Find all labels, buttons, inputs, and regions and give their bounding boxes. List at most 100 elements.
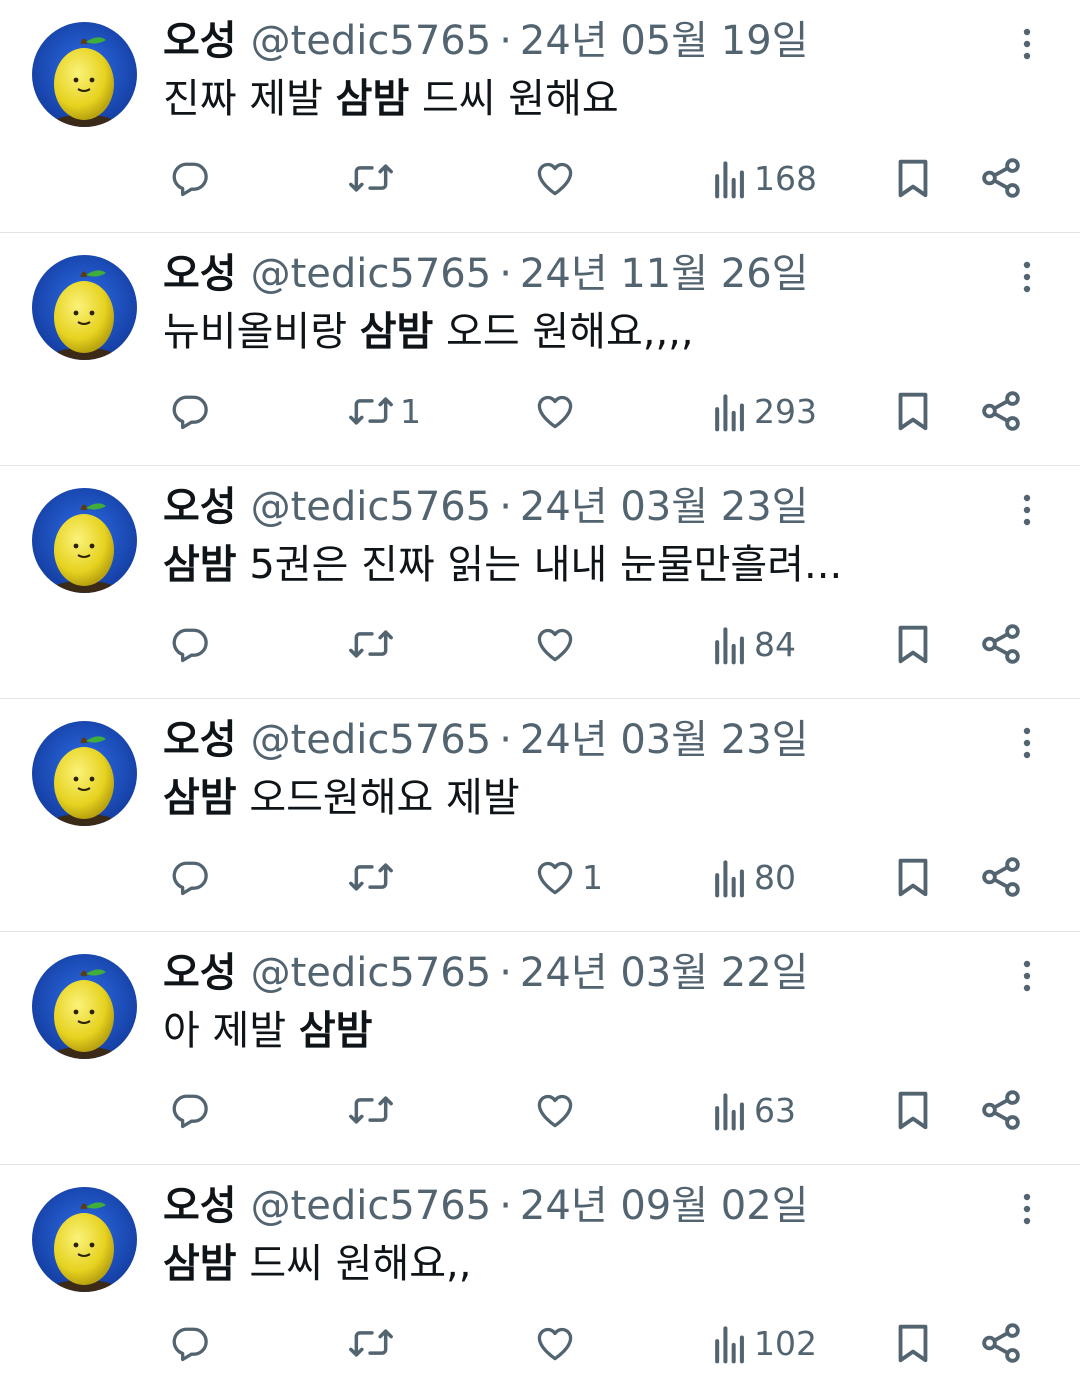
reply-button[interactable] bbox=[168, 1082, 216, 1138]
reply-bubble-icon bbox=[172, 628, 208, 663]
tweet-text: 삼밤 오드원해요 제발 bbox=[163, 771, 520, 825]
tweet-text: 삼밤 드씨 원해요,, bbox=[163, 1237, 471, 1291]
like-button[interactable] bbox=[532, 150, 582, 206]
user-handle[interactable]: @tedic5765 bbox=[251, 484, 492, 530]
lemon-character-avatar[interactable] bbox=[32, 488, 137, 593]
views-count: 293 bbox=[754, 391, 817, 431]
display-name[interactable]: 오성 bbox=[163, 484, 237, 530]
tweet[interactable]: 오성 @tedic5765 · 24년 09월 02일 삼밤 드씨 원해요,, 102 bbox=[0, 1165, 1080, 1398]
reply-button[interactable] bbox=[168, 616, 216, 672]
tweet-text-before: 뉴비올비랑 bbox=[163, 309, 360, 355]
like-button[interactable]: 1 bbox=[532, 849, 603, 905]
bookmark-button[interactable] bbox=[890, 383, 936, 439]
display-name[interactable]: 오성 bbox=[163, 717, 237, 763]
like-button[interactable] bbox=[532, 383, 582, 439]
tweet-date[interactable]: 24년 03월 23일 bbox=[520, 717, 809, 763]
retweet-icon bbox=[349, 1096, 393, 1124]
display-name[interactable]: 오성 bbox=[163, 1183, 237, 1229]
bookmark-icon bbox=[898, 159, 928, 198]
tweet-text-before: 진짜 제발 bbox=[163, 76, 336, 122]
user-handle[interactable]: @tedic5765 bbox=[251, 1183, 492, 1229]
tweet-text: 아 제발 삼밤 bbox=[163, 1004, 372, 1058]
like-button[interactable] bbox=[532, 1315, 582, 1371]
tweet-text-bold: 삼밤 bbox=[163, 1241, 237, 1287]
views-button[interactable]: 102 bbox=[710, 1315, 817, 1371]
tweet-text-bold: 삼밤 bbox=[163, 542, 237, 588]
reply-button[interactable] bbox=[168, 383, 216, 439]
share-button[interactable] bbox=[978, 383, 1024, 439]
tweet-header: 오성 @tedic5765 · 24년 05월 19일 bbox=[163, 14, 808, 68]
bookmark-button[interactable] bbox=[890, 849, 936, 905]
share-button[interactable] bbox=[978, 1315, 1024, 1371]
lemon-character-avatar[interactable] bbox=[32, 954, 137, 1059]
views-bar-chart-icon bbox=[715, 161, 744, 199]
views-button[interactable]: 84 bbox=[710, 616, 796, 672]
bookmark-button[interactable] bbox=[890, 616, 936, 672]
retweet-button[interactable] bbox=[346, 1315, 400, 1371]
separator-dot: · bbox=[499, 251, 512, 297]
retweet-button[interactable] bbox=[346, 1082, 400, 1138]
tweet-actions: 168 bbox=[0, 150, 1080, 206]
user-handle[interactable]: @tedic5765 bbox=[251, 18, 492, 64]
tweet-date[interactable]: 24년 11월 26일 bbox=[520, 251, 809, 297]
bookmark-icon bbox=[898, 392, 928, 431]
tweet-date[interactable]: 24년 03월 22일 bbox=[520, 950, 809, 996]
separator-dot: · bbox=[499, 18, 512, 64]
share-icon bbox=[982, 158, 1020, 198]
tweet-header: 오성 @tedic5765 · 24년 03월 22일 bbox=[163, 946, 808, 1000]
reply-button[interactable] bbox=[168, 1315, 216, 1371]
retweet-button[interactable] bbox=[346, 150, 400, 206]
display-name[interactable]: 오성 bbox=[163, 251, 237, 297]
views-button[interactable]: 63 bbox=[710, 1082, 796, 1138]
tweet[interactable]: 오성 @tedic5765 · 24년 03월 23일 삼밤 5권은 진짜 읽는 내내… bbox=[0, 466, 1080, 699]
share-button[interactable] bbox=[978, 616, 1024, 672]
user-handle[interactable]: @tedic5765 bbox=[251, 950, 492, 996]
display-name[interactable]: 오성 bbox=[163, 18, 237, 64]
more-vertical-icon[interactable] bbox=[1012, 723, 1042, 763]
lemon-character-avatar[interactable] bbox=[32, 255, 137, 360]
more-vertical-icon[interactable] bbox=[1012, 1189, 1042, 1229]
like-button[interactable] bbox=[532, 616, 582, 672]
views-count: 63 bbox=[754, 1090, 796, 1130]
bookmark-button[interactable] bbox=[890, 1315, 936, 1371]
bookmark-button[interactable] bbox=[890, 1082, 936, 1138]
heart-icon bbox=[537, 628, 573, 662]
tweet[interactable]: 오성 @tedic5765 · 24년 03월 22일 아 제발 삼밤 63 bbox=[0, 932, 1080, 1165]
views-button[interactable]: 80 bbox=[710, 849, 796, 905]
share-button[interactable] bbox=[978, 1082, 1024, 1138]
user-handle[interactable]: @tedic5765 bbox=[251, 251, 492, 297]
reply-button[interactable] bbox=[168, 849, 216, 905]
retweet-button[interactable]: 1 bbox=[346, 383, 421, 439]
views-button[interactable]: 168 bbox=[710, 150, 817, 206]
lemon-character-avatar[interactable] bbox=[32, 721, 137, 826]
share-button[interactable] bbox=[978, 150, 1024, 206]
lemon-character-avatar[interactable] bbox=[32, 22, 137, 127]
tweet-date[interactable]: 24년 03월 23일 bbox=[520, 484, 809, 530]
more-vertical-icon[interactable] bbox=[1012, 24, 1042, 64]
reply-button[interactable] bbox=[168, 150, 216, 206]
tweet-date[interactable]: 24년 09월 02일 bbox=[520, 1183, 809, 1229]
lemon-character-avatar[interactable] bbox=[32, 1187, 137, 1292]
share-icon bbox=[982, 1090, 1020, 1130]
tweet-text-after: 드씨 원해요,, bbox=[236, 1241, 472, 1287]
bookmark-icon bbox=[898, 1324, 928, 1363]
more-vertical-icon[interactable] bbox=[1012, 490, 1042, 530]
display-name[interactable]: 오성 bbox=[163, 950, 237, 996]
bookmark-button[interactable] bbox=[890, 150, 936, 206]
like-button[interactable] bbox=[532, 1082, 582, 1138]
tweet-header: 오성 @tedic5765 · 24년 09월 02일 bbox=[163, 1179, 808, 1233]
retweet-button[interactable] bbox=[346, 849, 400, 905]
retweet-button[interactable] bbox=[346, 616, 400, 672]
views-button[interactable]: 293 bbox=[710, 383, 817, 439]
more-vertical-icon[interactable] bbox=[1012, 956, 1042, 996]
tweet[interactable]: 오성 @tedic5765 · 24년 11월 26일 뉴비올비랑 삼밤 오드 원해요… bbox=[0, 233, 1080, 466]
more-vertical-icon[interactable] bbox=[1012, 257, 1042, 297]
tweet-date[interactable]: 24년 05월 19일 bbox=[520, 18, 809, 64]
reply-bubble-icon bbox=[172, 1327, 208, 1362]
tweet[interactable]: 오성 @tedic5765 · 24년 03월 23일 삼밤 오드원해요 제발 1 8… bbox=[0, 699, 1080, 932]
share-icon bbox=[982, 857, 1020, 897]
views-bar-chart-icon bbox=[715, 394, 744, 432]
share-button[interactable] bbox=[978, 849, 1024, 905]
user-handle[interactable]: @tedic5765 bbox=[251, 717, 492, 763]
tweet[interactable]: 오성 @tedic5765 · 24년 05월 19일 진짜 제발 삼밤 드씨 원해요… bbox=[0, 0, 1080, 233]
